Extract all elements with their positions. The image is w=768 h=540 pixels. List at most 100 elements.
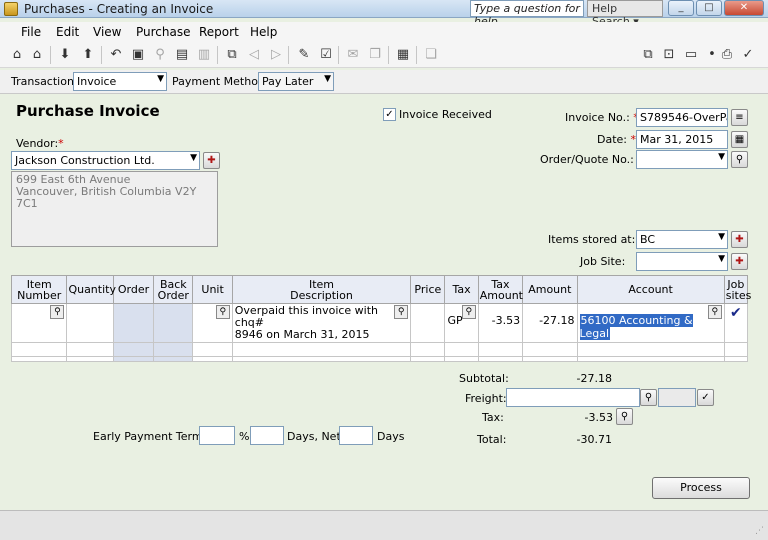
account-cell[interactable] <box>576 342 725 357</box>
description-cell[interactable] <box>231 356 412 362</box>
dropdown-icon[interactable]: • <box>704 47 720 63</box>
price-cell[interactable] <box>410 342 446 357</box>
order-cell <box>112 342 155 357</box>
lookup-icon[interactable]: ≡ <box>731 109 748 126</box>
pin-icon[interactable]: ✚ <box>731 231 748 248</box>
menu-edit[interactable]: Edit <box>56 25 79 39</box>
tax-cell[interactable]: GP ⚲ <box>444 303 479 343</box>
lookup-icon[interactable]: ⚲ <box>152 47 168 63</box>
price-cell[interactable] <box>410 303 446 343</box>
copy-icon[interactable]: ❐ <box>367 47 383 63</box>
search-icon[interactable]: ⚲ <box>707 305 722 319</box>
print-icon[interactable]: ▤ <box>174 47 190 63</box>
pin-icon[interactable]: ✚ <box>203 152 220 169</box>
job-sites-cell[interactable] <box>723 342 749 357</box>
resize-grip-icon[interactable]: ⋰ <box>755 526 764 536</box>
net-days-field[interactable] <box>339 426 373 445</box>
amount-cell[interactable] <box>522 356 578 362</box>
transaction-select[interactable]: Invoice ▼ <box>73 72 167 91</box>
record-icon[interactable]: ▣ <box>130 47 146 63</box>
check-icon[interactable]: ✓ <box>697 389 714 406</box>
previous-icon[interactable]: ⧉ <box>224 47 240 63</box>
payment-method-select[interactable]: Pay Later ▼ <box>258 72 334 91</box>
minimize-button[interactable]: _ <box>668 0 694 16</box>
price-cell[interactable] <box>410 356 446 362</box>
date-field[interactable]: Mar 31, 2015 <box>636 130 728 149</box>
menu-view[interactable]: View <box>93 25 121 39</box>
letter-icon[interactable]: ✉ <box>345 47 361 63</box>
process-button[interactable]: Process <box>652 477 750 499</box>
help-question-input[interactable]: Type a question for help <box>470 0 584 28</box>
search-icon[interactable]: ⚲ <box>215 305 230 319</box>
tax-cell[interactable] <box>444 342 479 357</box>
window-icon[interactable]: ⧉ <box>640 47 656 63</box>
menu-purchase[interactable]: Purchase <box>136 25 191 39</box>
preview-icon[interactable]: ⊡ <box>661 47 677 63</box>
description-cell[interactable]: Overpaid this invoice with chq# 8946 on … <box>231 303 412 343</box>
quantity-cell[interactable] <box>66 303 114 343</box>
freight-field[interactable] <box>506 388 640 407</box>
menu-file[interactable]: File <box>21 25 41 39</box>
amount-cell[interactable] <box>522 342 578 357</box>
job-sites-cell[interactable] <box>723 356 749 362</box>
amount-cell[interactable]: -27.18 <box>522 303 578 343</box>
printer-icon[interactable]: ⎙ <box>719 47 735 63</box>
email-icon[interactable]: ▭ <box>683 47 699 63</box>
adjust-icon[interactable]: ▥ <box>196 47 212 63</box>
search-icon[interactable]: ⚲ <box>461 305 476 319</box>
unit-cell[interactable]: ⚲ <box>192 303 233 343</box>
account-cell[interactable] <box>576 356 725 362</box>
undo-icon[interactable]: ↶ <box>108 47 124 63</box>
tax-amount-cell[interactable] <box>477 342 524 357</box>
description-line1: Overpaid this invoice with chq# <box>234 304 379 329</box>
help-search-button[interactable]: Help Search ▾ <box>587 0 663 28</box>
early-payment-days-field[interactable] <box>250 426 284 445</box>
previous-icon[interactable]: ◁ <box>246 47 262 63</box>
item-number-cell[interactable] <box>10 342 68 357</box>
items-stored-select[interactable]: BC ▼ <box>636 230 728 249</box>
chevron-down-icon: ▼ <box>324 74 331 84</box>
home-icon[interactable]: ⌂ <box>9 47 25 63</box>
item-number-cell[interactable]: ⚲ <box>10 303 68 343</box>
quantity-cell[interactable] <box>66 342 114 357</box>
payment-method-value: Pay Later <box>262 75 314 88</box>
calculator-icon[interactable]: ▦ <box>395 47 411 63</box>
menu-report[interactable]: Report <box>199 25 239 39</box>
early-payment-percent-field[interactable] <box>199 426 235 445</box>
search-icon[interactable]: ⚲ <box>394 305 409 319</box>
vendor-select[interactable]: Jackson Construction Ltd. ▼ <box>11 151 200 170</box>
description-cell[interactable] <box>231 342 412 357</box>
tax-amount-cell[interactable]: -3.53 <box>477 303 524 343</box>
calendar-icon[interactable]: ▦ <box>731 131 748 148</box>
tax-cell[interactable] <box>444 356 479 362</box>
account-cell[interactable]: 56100 Accounting & Legal ⚲ <box>576 303 725 343</box>
upload-icon[interactable]: ⬆ <box>80 47 96 63</box>
close-button[interactable]: ✕ <box>724 0 764 16</box>
attach-icon[interactable]: ❏ <box>423 47 439 63</box>
search-icon[interactable]: ⚲ <box>616 408 633 425</box>
note-icon[interactable]: ✎ <box>296 47 312 63</box>
next-icon[interactable]: ▷ <box>268 47 284 63</box>
job-site-select[interactable]: ▼ <box>636 252 728 271</box>
tax-amount-cell[interactable] <box>477 356 524 362</box>
check-icon[interactable]: ✓ <box>740 47 756 63</box>
invoice-received-checkbox[interactable]: ✓ <box>383 108 396 121</box>
quantity-cell[interactable] <box>66 356 114 362</box>
approve-icon[interactable]: ☑ <box>318 47 334 63</box>
search-icon[interactable]: ⚲ <box>731 151 748 168</box>
status-bar: ⋰ <box>0 510 768 540</box>
search-icon[interactable]: ⚲ <box>50 305 65 319</box>
pin-icon[interactable]: ✚ <box>731 253 748 270</box>
order-quote-select[interactable]: ▼ <box>636 150 728 169</box>
unit-cell[interactable] <box>192 356 233 362</box>
job-sites-cell[interactable]: ✔ <box>723 303 749 343</box>
freight-tax-field[interactable] <box>658 388 696 407</box>
search-icon[interactable]: ⚲ <box>640 389 657 406</box>
save-icon[interactable]: ⬇ <box>57 47 73 63</box>
open-icon[interactable]: ⌂ <box>29 47 45 63</box>
unit-cell[interactable] <box>192 342 233 357</box>
item-number-cell[interactable] <box>10 356 68 362</box>
maximize-button[interactable]: □ <box>696 0 722 16</box>
invoice-no-field[interactable]: S789546-OverPay <box>636 108 728 127</box>
menu-help[interactable]: Help <box>250 25 277 39</box>
